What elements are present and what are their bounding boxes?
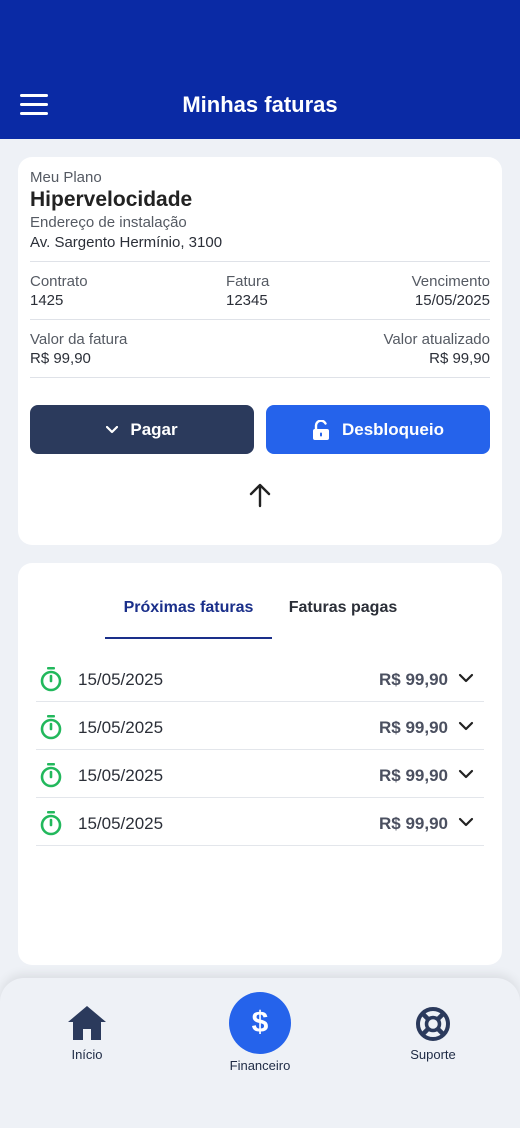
tab-paid-invoices[interactable]: Faturas pagas (268, 599, 418, 639)
collapse-button[interactable] (248, 482, 272, 508)
contract-value: 1425 (30, 292, 64, 309)
plan-name: Hipervelocidade (30, 188, 193, 211)
invoice-amount: R$ 99,90 (379, 814, 448, 833)
page-title: Minhas faturas (182, 92, 338, 117)
tab-upcoming-invoices[interactable]: Próximas faturas (105, 599, 272, 639)
chevron-down-icon (458, 817, 474, 827)
stopwatch-icon (40, 715, 62, 740)
bottom-nav: Início $ Financeiro Suporte (0, 978, 520, 1128)
dollar-icon: $ (229, 992, 291, 1054)
invoice-amount: R$ 99,90 (379, 670, 448, 689)
plan-label: Meu Plano (30, 169, 102, 186)
due-label: Vencimento (411, 273, 490, 290)
pay-button[interactable]: Pagar (30, 405, 254, 454)
address-label: Endereço de instalação (30, 214, 187, 231)
invoice-date: 15/05/2025 (78, 766, 164, 785)
updated-value: R$ 99,90 (429, 350, 490, 367)
divider (30, 319, 490, 320)
pay-button-label: Pagar (130, 419, 178, 439)
home-icon (68, 1006, 106, 1040)
invoice-row[interactable]: 15/05/2025 R$ 99,90 (36, 702, 484, 750)
invoice-row[interactable]: 15/05/2025 R$ 99,90 (36, 798, 484, 846)
nav-support-label: Suporte (410, 1047, 456, 1062)
invoice-amount: R$ 99,90 (379, 766, 448, 785)
contract-field: Contrato 1425 (30, 273, 88, 309)
stopwatch-icon (40, 811, 62, 836)
invoice-row[interactable]: 15/05/2025 R$ 99,90 (36, 750, 484, 798)
app-header: Minhas faturas (0, 0, 520, 139)
invoice-date: 15/05/2025 (78, 814, 164, 833)
address-value: Av. Sargento Hermínio, 3100 (30, 234, 223, 251)
invoice-field: Fatura 12345 (226, 273, 269, 309)
invoices-card: Próximas faturas Faturas pagas 15/05/202… (18, 563, 502, 965)
nav-support[interactable]: Suporte (400, 1006, 466, 1062)
chevron-down-icon (106, 425, 119, 433)
chevron-down-icon (458, 673, 474, 683)
lifebuoy-icon (416, 1007, 450, 1041)
updated-label: Valor atualizado (383, 331, 490, 348)
unlock-icon (312, 419, 329, 440)
chevron-down-icon (458, 769, 474, 779)
plan-card: Meu Plano Hipervelocidade Endereço de in… (18, 157, 502, 545)
invoice-label: Fatura (226, 273, 270, 290)
amount-value: R$ 99,90 (30, 350, 91, 367)
contract-label: Contrato (30, 273, 88, 290)
invoice-amount: R$ 99,90 (379, 718, 448, 737)
amount-label: Valor da fatura (30, 331, 128, 348)
divider (30, 377, 490, 378)
divider (30, 261, 490, 262)
nav-finance-label: Financeiro (229, 1058, 291, 1073)
invoice-date: 15/05/2025 (78, 670, 164, 689)
invoice-date: 15/05/2025 (78, 718, 164, 737)
due-field: Vencimento 15/05/2025 (412, 273, 490, 309)
nav-finance[interactable]: $ Financeiro (222, 992, 298, 1073)
unlock-button[interactable]: Desbloqueio (266, 405, 490, 454)
nav-home[interactable]: Início (56, 1004, 118, 1062)
arrow-up-icon (249, 483, 271, 508)
due-value: 15/05/2025 (414, 292, 490, 309)
stopwatch-icon (40, 667, 62, 692)
stopwatch-icon (40, 763, 62, 788)
updated-field: Valor atualizado R$ 99,90 (384, 331, 490, 367)
amount-field: Valor da fatura R$ 99,90 (30, 331, 127, 367)
invoice-value: 12345 (226, 292, 268, 309)
chevron-down-icon (458, 721, 474, 731)
unlock-button-label: Desbloqueio (341, 419, 444, 439)
nav-home-label: Início (71, 1047, 103, 1062)
invoice-row[interactable]: 15/05/2025 R$ 99,90 (36, 654, 484, 702)
